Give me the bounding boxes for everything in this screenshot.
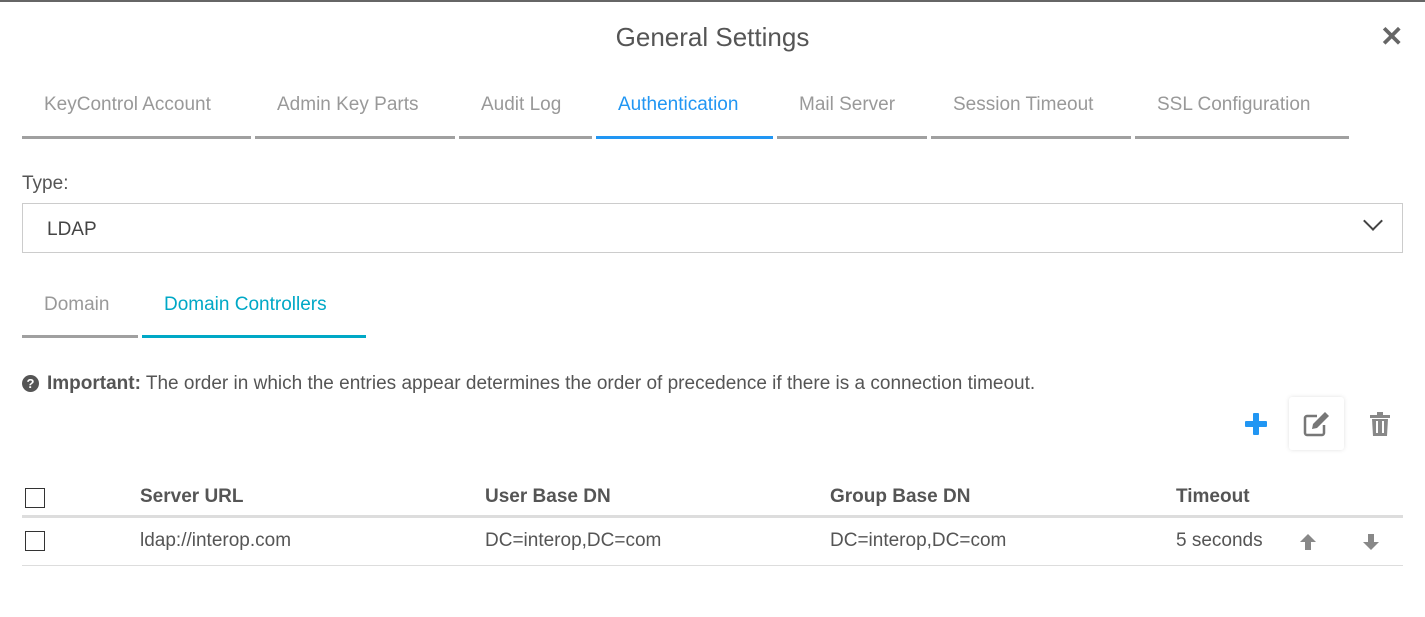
note-text: The order in which the entries appear de… xyxy=(140,373,1036,394)
tab-authentication[interactable]: Authentication xyxy=(596,94,773,139)
top-border xyxy=(0,0,1425,2)
cell-timeout: 5 seconds xyxy=(1176,530,1263,551)
move-down-icon[interactable] xyxy=(1361,532,1381,552)
type-value: LDAP xyxy=(47,219,97,240)
header-server-url: Server URL xyxy=(140,486,244,507)
move-up-icon[interactable] xyxy=(1298,532,1318,552)
cell-group-base-dn: DC=interop,DC=com xyxy=(830,530,1007,551)
select-all-checkbox[interactable] xyxy=(25,488,45,508)
dialog-title: General Settings xyxy=(615,22,810,52)
type-select[interactable]: LDAP xyxy=(22,203,1403,253)
tab-keycontrol-account[interactable]: KeyControl Account xyxy=(22,94,251,139)
header-group-base-dn: Group Base DN xyxy=(830,486,971,507)
note-bold: Important: xyxy=(47,373,141,394)
tab-admin-key-parts[interactable]: Admin Key Parts xyxy=(255,94,455,139)
add-button[interactable] xyxy=(1228,397,1283,450)
row-checkbox[interactable] xyxy=(25,531,45,551)
tab-domain-controllers[interactable]: Domain Controllers xyxy=(142,294,366,338)
edit-button[interactable] xyxy=(1289,397,1344,450)
row-divider xyxy=(22,565,1403,566)
question-circle-icon: ? xyxy=(22,375,39,392)
chevron-down-icon xyxy=(1363,211,1383,231)
important-note: ? Important: The order in which the entri… xyxy=(22,373,1035,395)
header-divider xyxy=(22,515,1403,518)
tab-ssl-configuration[interactable]: SSL Configuration xyxy=(1135,94,1349,139)
close-icon[interactable]: ✕ xyxy=(1380,20,1403,53)
header-user-base-dn: User Base DN xyxy=(485,486,611,507)
tab-domain[interactable]: Domain xyxy=(22,294,138,338)
tab-mail-server[interactable]: Mail Server xyxy=(777,94,927,139)
edit-icon xyxy=(1303,411,1329,436)
tab-session-timeout[interactable]: Session Timeout xyxy=(931,94,1131,139)
tab-audit-log[interactable]: Audit Log xyxy=(459,94,592,139)
header-timeout: Timeout xyxy=(1176,486,1250,507)
type-label: Type: xyxy=(22,173,69,194)
plus-icon xyxy=(1244,412,1267,435)
delete-button[interactable] xyxy=(1352,397,1407,450)
trash-icon xyxy=(1369,411,1390,436)
cell-server-url: ldap://interop.com xyxy=(140,530,292,551)
cell-user-base-dn: DC=interop,DC=com xyxy=(485,530,662,551)
